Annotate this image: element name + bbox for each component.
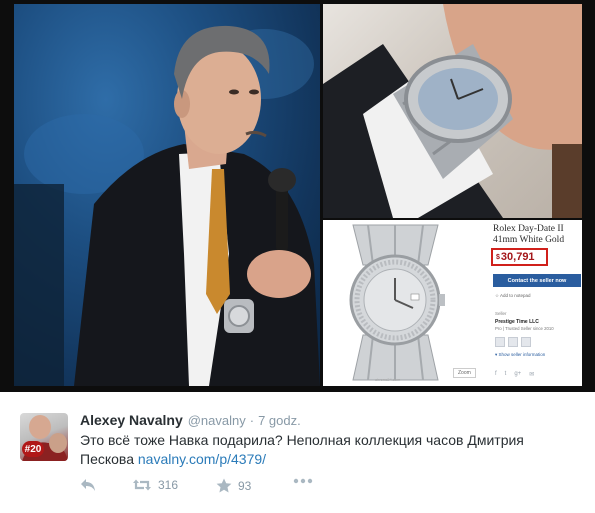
price-currency: $ (496, 253, 500, 261)
separator-dot: · (249, 413, 255, 428)
retweet-button[interactable]: 316 (132, 478, 178, 492)
listing-watermark: chrono24.com (375, 377, 401, 382)
email-icon[interactable]: ✉ (529, 371, 534, 378)
tweet-link[interactable]: navalny.com/p/4379/ (138, 451, 266, 467)
avatar-badge: #20 (22, 441, 44, 457)
star-icon (216, 478, 232, 493)
tweet-actions: 316 93 (80, 478, 480, 496)
reply-icon (81, 479, 95, 491)
retweet-icon (133, 479, 151, 491)
photo-speaker-with-microphone[interactable] (14, 4, 320, 386)
badge-icon (508, 337, 518, 347)
seller-label: Seller (495, 311, 507, 316)
badge-icon (521, 337, 531, 347)
show-seller-info-link[interactable]: ▾ Show seller information (495, 352, 545, 358)
more-dots-icon (293, 478, 313, 484)
favorite-count: 93 (238, 478, 252, 493)
watch-closeup-illustration (323, 4, 582, 218)
seller-name[interactable]: Prestige Time LLC (495, 319, 539, 325)
twitter-icon[interactable]: t (505, 371, 507, 378)
price-value: 30,791 (500, 251, 535, 263)
badge-icon (495, 337, 505, 347)
speaker-photo-illustration (14, 25, 320, 386)
tweet-text: Это всё тоже Навка подарила? Неполная ко… (80, 431, 580, 469)
reply-button[interactable] (80, 478, 96, 492)
share-icons: f t g+ ✉ (495, 371, 534, 378)
seller-badges (495, 337, 531, 347)
contact-seller-button[interactable]: Contact the seller now (493, 274, 581, 287)
tweet-header: Alexey Navalny @navalny · 7 godz. (80, 412, 301, 428)
favorite-button[interactable]: 93 (216, 478, 251, 493)
photo-watch-closeup[interactable] (323, 4, 582, 218)
listing-title: Rolex Day-Date II 41mm White Gold (493, 224, 565, 245)
avatar[interactable]: #20 (20, 413, 68, 461)
tweet-media-collage[interactable]: chrono24.com Rolex Day-Date II 41mm Whit… (0, 0, 595, 392)
seller-status: Pro | Trusted Seller since 2010 (495, 326, 554, 331)
zoom-button[interactable]: Zoom (453, 368, 476, 378)
add-to-notepad-link[interactable]: ☆ Add to notepad (495, 293, 531, 299)
google-plus-icon[interactable]: g+ (514, 371, 521, 378)
rolex-watch-product-image (349, 224, 445, 381)
retweet-count: 316 (158, 478, 179, 492)
listing-price-highlight: $ 30,791 (491, 248, 548, 266)
author-handle[interactable]: @navalny (188, 413, 246, 428)
more-button[interactable] (293, 478, 313, 484)
watch-listing-screenshot[interactable]: chrono24.com Rolex Day-Date II 41mm Whit… (323, 220, 582, 386)
facebook-icon[interactable]: f (495, 371, 497, 378)
tweet-timestamp[interactable]: 7 godz. (258, 413, 301, 428)
author-name[interactable]: Alexey Navalny (80, 412, 183, 428)
